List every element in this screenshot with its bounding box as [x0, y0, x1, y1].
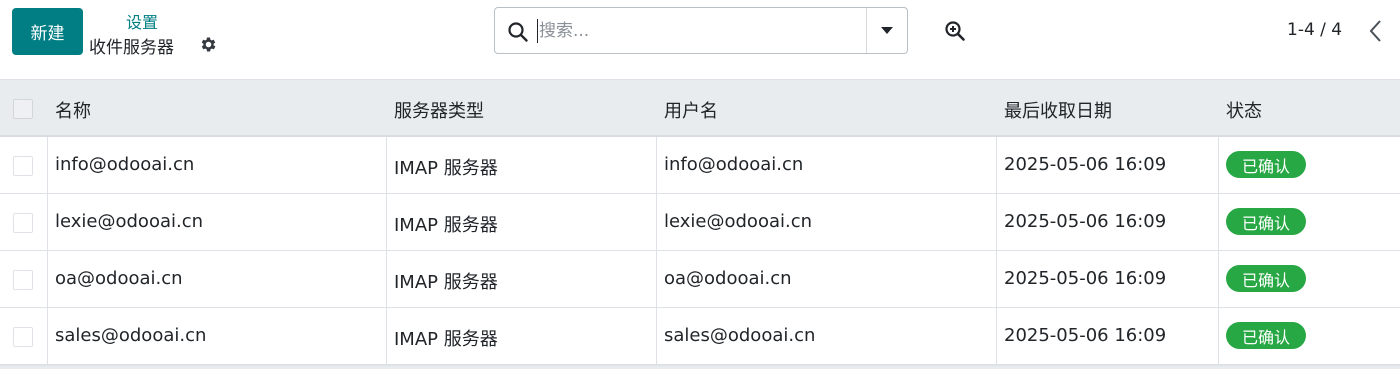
search-icon	[507, 21, 529, 43]
table-footer	[0, 365, 1400, 369]
gear-icon[interactable]	[199, 35, 218, 54]
table-row[interactable]: sales@odooai.cn IMAP 服务器 sales@odooai.cn…	[0, 308, 1400, 365]
table-row[interactable]: lexie@odooai.cn IMAP 服务器 lexie@odooai.cn…	[0, 194, 1400, 251]
cell-server-type: IMAP 服务器	[394, 272, 498, 293]
chevron-left-icon[interactable]	[1368, 18, 1384, 44]
status-badge: 已确认	[1226, 322, 1306, 349]
breadcrumb-settings-link[interactable]: 设置	[126, 9, 158, 33]
column-header-server-type[interactable]: 服务器类型	[394, 97, 484, 123]
new-button[interactable]: 新建	[12, 8, 83, 55]
cell-last-fetch: 2025-05-06 16:09	[1004, 268, 1167, 289]
status-badge: 已确认	[1226, 151, 1306, 178]
search-options-toggle[interactable]	[866, 8, 907, 53]
cell-server-type: IMAP 服务器	[394, 158, 498, 179]
cell-name: oa@odooai.cn	[55, 268, 183, 289]
cell-last-fetch: 2025-05-06 16:09	[1004, 325, 1167, 346]
row-checkbox[interactable]	[13, 156, 33, 176]
column-header-username[interactable]: 用户名	[664, 97, 718, 123]
zoom-in-icon[interactable]	[944, 20, 966, 42]
cell-server-type: IMAP 服务器	[394, 329, 498, 350]
page-title: 收件服务器	[89, 38, 174, 58]
mail-server-table: 名称 服务器类型 用户名 最后收取日期 状态 info@odooai.cn IM…	[0, 79, 1400, 369]
row-checkbox[interactable]	[13, 270, 33, 290]
table-row[interactable]: info@odooai.cn IMAP 服务器 info@odooai.cn 2…	[0, 137, 1400, 194]
cell-username: info@odooai.cn	[664, 154, 804, 175]
text-cursor	[537, 19, 538, 43]
caret-down-icon	[881, 27, 893, 34]
cell-last-fetch: 2025-05-06 16:09	[1004, 211, 1167, 232]
column-header-name[interactable]: 名称	[55, 97, 91, 123]
select-all-checkbox[interactable]	[13, 99, 33, 119]
cell-name: info@odooai.cn	[55, 154, 195, 175]
status-badge: 已确认	[1226, 265, 1306, 292]
status-badge: 已确认	[1226, 208, 1306, 235]
table-header: 名称 服务器类型 用户名 最后收取日期 状态	[0, 79, 1400, 137]
cell-name: sales@odooai.cn	[55, 325, 207, 346]
cell-name: lexie@odooai.cn	[55, 211, 204, 232]
control-panel: 新建 设置 收件服务器 1-4 / 4	[0, 0, 1400, 79]
cell-last-fetch: 2025-05-06 16:09	[1004, 154, 1167, 175]
column-header-state[interactable]: 状态	[1226, 97, 1262, 123]
cell-username: sales@odooai.cn	[664, 325, 816, 346]
column-header-last-fetch[interactable]: 最后收取日期	[1004, 97, 1112, 123]
cell-username: oa@odooai.cn	[664, 268, 792, 289]
cell-server-type: IMAP 服务器	[394, 215, 498, 236]
search-box	[494, 7, 908, 54]
pager-value[interactable]: 1-4 / 4	[1287, 20, 1342, 40]
cell-username: lexie@odooai.cn	[664, 211, 813, 232]
table-row[interactable]: oa@odooai.cn IMAP 服务器 oa@odooai.cn 2025-…	[0, 251, 1400, 308]
row-checkbox[interactable]	[13, 213, 33, 233]
search-input[interactable]	[539, 16, 859, 46]
row-checkbox[interactable]	[13, 327, 33, 347]
